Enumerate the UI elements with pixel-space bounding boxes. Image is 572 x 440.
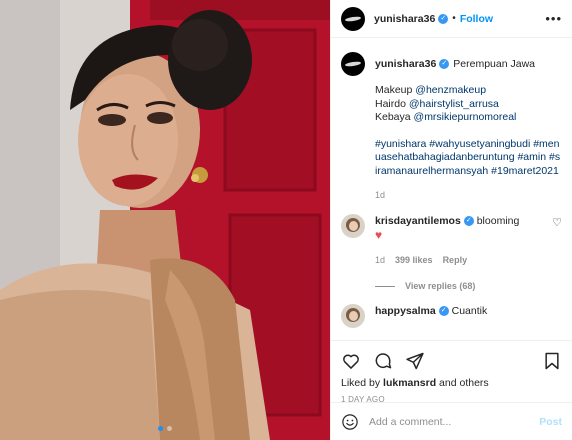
verified-badge-icon: ✓ <box>463 216 474 227</box>
action-icons <box>341 347 562 375</box>
carousel-indicator <box>0 426 330 431</box>
comment-body: happysalma ✓ Cuantik <box>375 304 562 318</box>
comment-text: Cuantik <box>451 305 488 317</box>
caption-location: Perempuan Jawa <box>453 58 536 70</box>
follow-button[interactable]: Follow <box>460 13 493 25</box>
mention-link[interactable]: @mrsikiepurnomoreal <box>414 111 517 123</box>
emoji-icon[interactable] <box>341 413 359 431</box>
liked-by-suffix: and others <box>436 377 489 389</box>
instagram-post-modal: yunishara36 ✓ • Follow ••• yunishara36 ✓ P… <box>0 0 572 440</box>
caption-credits: Makeup @henzmakeup Hairdo @hairstylist_a… <box>375 84 562 125</box>
comments-section[interactable]: yunishara36 ✓ Perempuan Jawa Makeup @henzm… <box>331 38 572 340</box>
reply-button[interactable]: Reply <box>443 253 468 267</box>
comment-likes[interactable]: 399 likes <box>395 253 433 267</box>
credit-label: Kebaya <box>375 111 414 123</box>
caption-timestamp: 1d <box>375 190 386 200</box>
comment-meta: 1d 399 likes Reply <box>375 253 546 267</box>
share-icon[interactable] <box>405 351 425 371</box>
caption-avatar[interactable] <box>341 52 365 76</box>
comment-body: krisdayantilemos ✓ blooming ♥ 1d 399 like… <box>375 214 546 267</box>
verified-badge-icon: ✓ <box>438 13 449 24</box>
credit-label: Makeup <box>375 84 416 96</box>
view-replies-label: View replies (68) <box>405 281 476 291</box>
comment: happysalma ✓ Cuantik <box>341 304 562 328</box>
view-replies-button[interactable]: View replies (68) <box>375 281 562 291</box>
heart-icon[interactable] <box>341 351 361 371</box>
comment-like-heart-icon[interactable]: ♡ <box>552 216 562 229</box>
liked-by-prefix: Liked by <box>341 377 384 389</box>
post-sidebar: yunishara36 ✓ • Follow ••• yunishara36 ✓ P… <box>330 0 572 440</box>
carousel-dot-active[interactable] <box>158 426 163 431</box>
credit-line: Kebaya @mrsikiepurnomoreal <box>375 111 562 125</box>
comment: krisdayantilemos ✓ blooming ♥ 1d 399 like… <box>341 214 562 267</box>
mention-link[interactable]: @henzmakeup <box>415 84 486 96</box>
verified-badge-icon: ✓ <box>439 59 450 70</box>
credit-line: Hairdo @hairstylist_arrusa <box>375 98 562 112</box>
bookmark-icon[interactable] <box>542 351 562 371</box>
mention-link[interactable]: @hairstylist_arrusa <box>409 98 499 110</box>
comment-composer: Post <box>331 402 572 440</box>
post-button[interactable]: Post <box>539 416 562 428</box>
credit-label: Hairdo <box>375 97 409 110</box>
credit-line: Makeup @henzmakeup <box>375 84 562 98</box>
author-username[interactable]: yunishara36 <box>374 13 435 25</box>
caption-title: yunishara36 ✓ Perempuan Jawa <box>375 57 562 71</box>
portrait-photo <box>0 0 330 440</box>
comment-icon[interactable] <box>373 351 393 371</box>
more-options-icon[interactable]: ••• <box>545 11 562 26</box>
caption-username[interactable]: yunishara36 <box>375 58 436 70</box>
caption-body: yunishara36 ✓ Perempuan Jawa Makeup @henzm… <box>375 52 562 200</box>
liked-by-user[interactable]: lukmansrd <box>383 377 436 389</box>
author-avatar[interactable] <box>341 6 365 31</box>
post-header: yunishara36 ✓ • Follow ••• <box>331 0 572 38</box>
comment-input[interactable] <box>369 415 540 428</box>
verified-badge-icon: ✓ <box>438 306 449 317</box>
commenter-username[interactable]: krisdayantilemos <box>375 215 461 227</box>
caption: yunishara36 ✓ Perempuan Jawa Makeup @henzm… <box>341 52 562 200</box>
heart-emoji-icon: ♥ <box>375 228 383 242</box>
commenter-avatar[interactable] <box>341 304 365 328</box>
comment-text: blooming <box>476 215 520 227</box>
commenter-username[interactable]: happysalma <box>375 305 436 317</box>
post-image[interactable] <box>0 0 330 440</box>
comment-timestamp: 1d <box>375 255 386 265</box>
likes-summary[interactable]: Liked by lukmansrd and others <box>341 377 562 389</box>
replies-divider <box>375 285 395 287</box>
carousel-dot[interactable] <box>167 426 172 431</box>
hashtags[interactable]: #yunishara #wahyusetyaningbudi #menuaseh… <box>375 138 562 179</box>
header-separator: • <box>452 13 456 24</box>
commenter-avatar[interactable] <box>341 214 365 238</box>
